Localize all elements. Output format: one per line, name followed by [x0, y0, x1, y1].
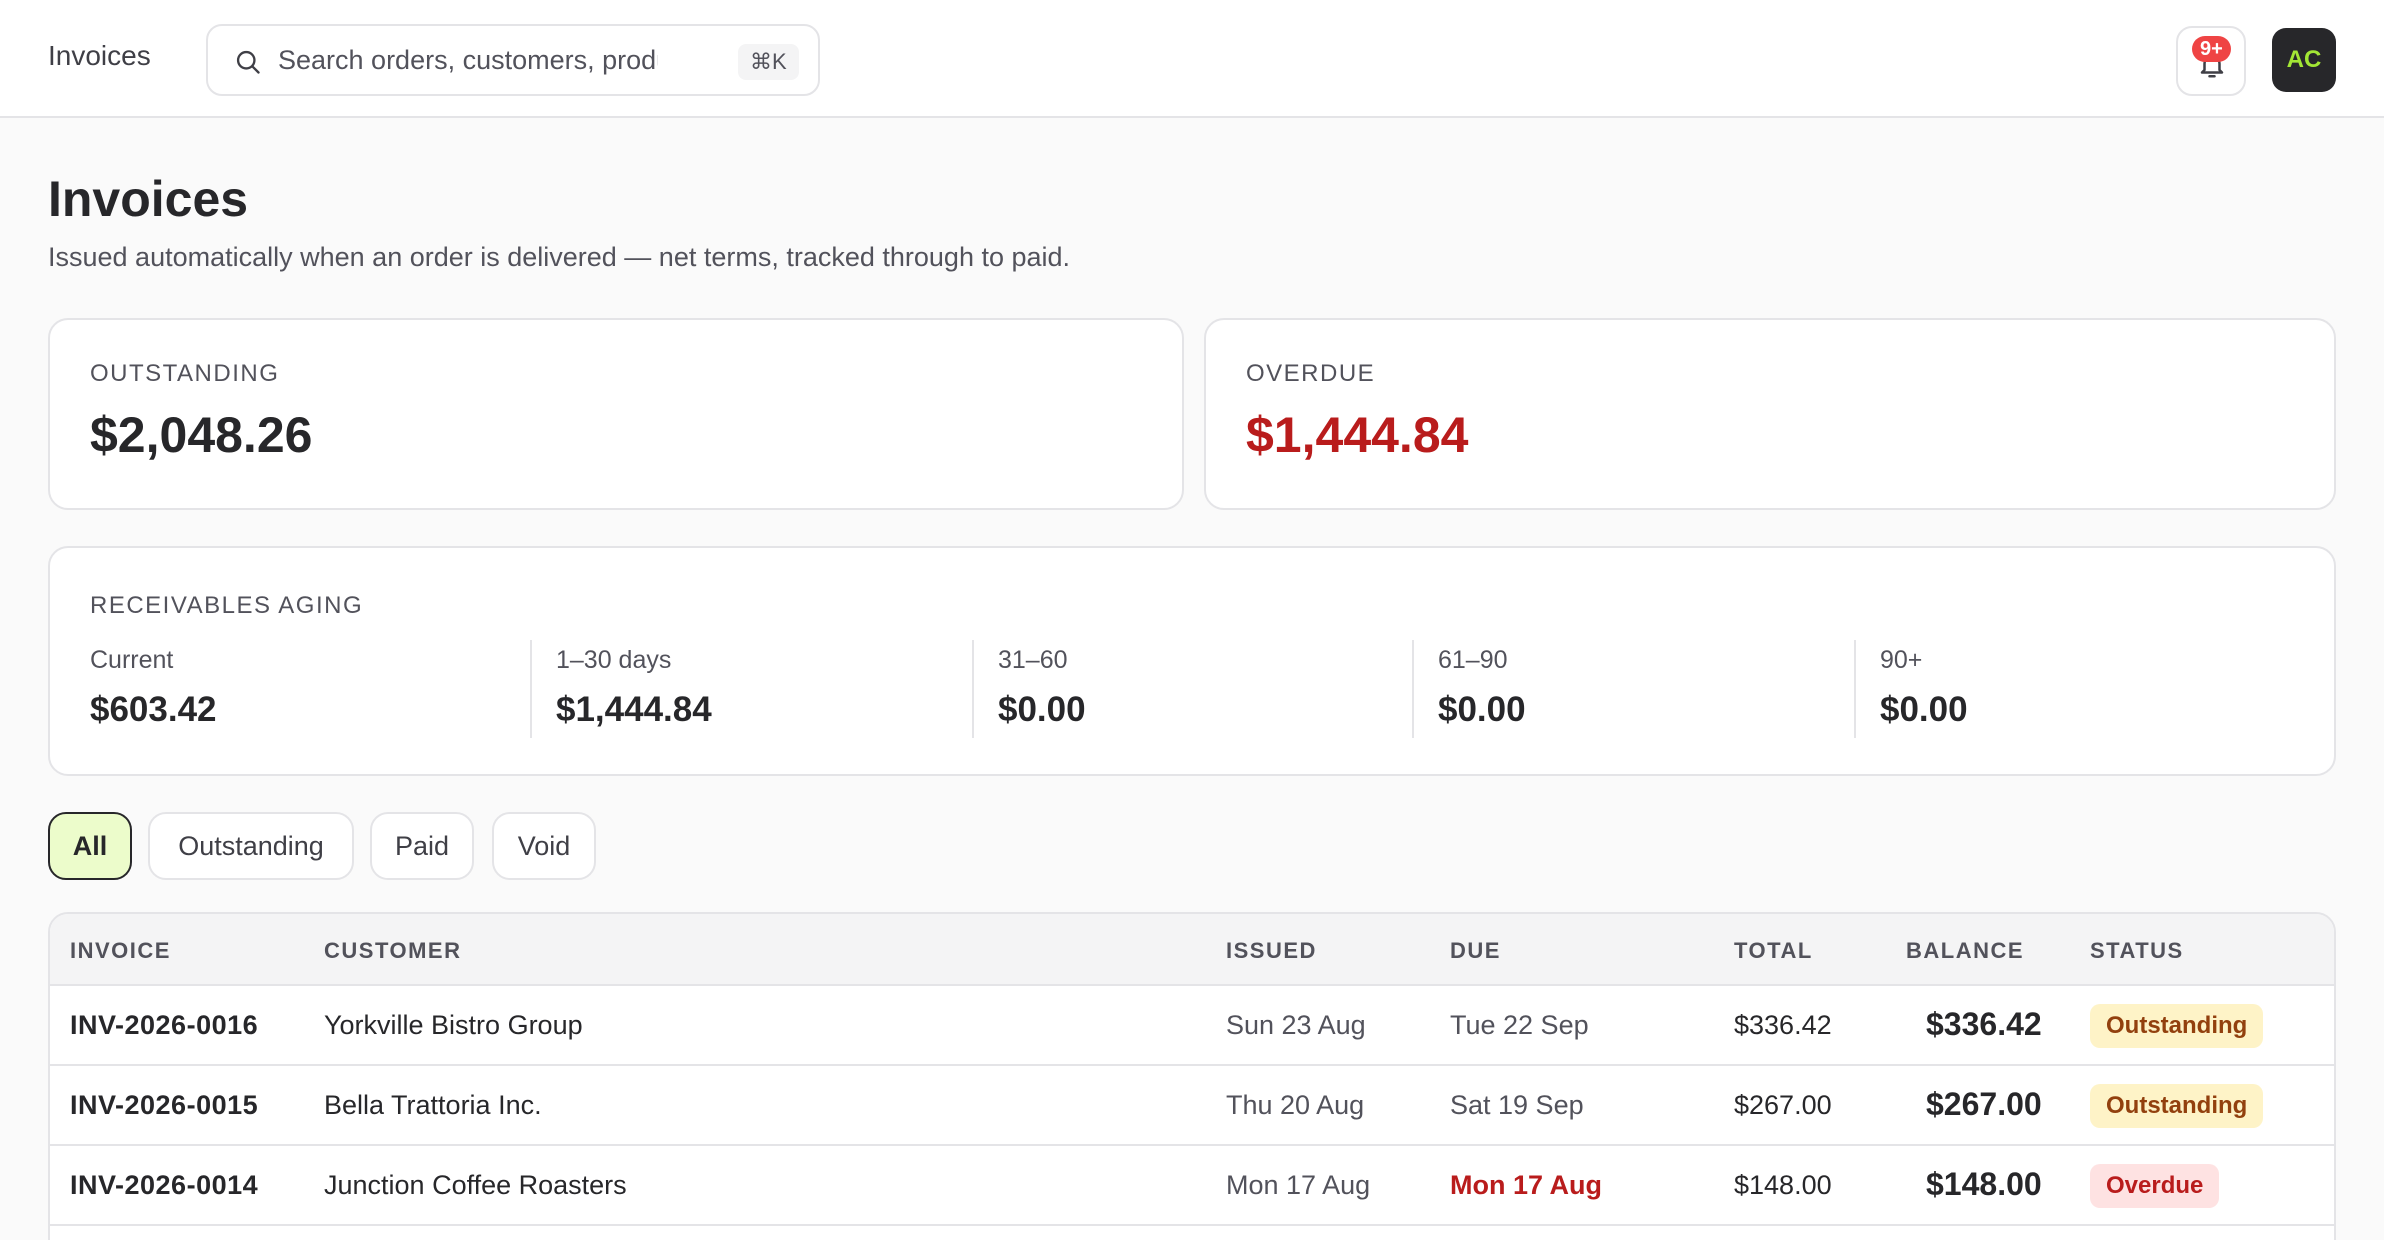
invoice-balance: $336.42 — [1926, 1006, 2042, 1042]
avatar[interactable]: AC — [2272, 28, 2336, 92]
due-date: Tue 22 Sep — [1450, 1010, 1589, 1040]
aging-bucket-value: $0.00 — [1880, 690, 1968, 729]
invoice-number[interactable]: INV-2026-0015 — [70, 1090, 258, 1121]
invoice-number[interactable]: INV-2026-0016 — [70, 1010, 258, 1041]
search-box[interactable]: ⌘K — [206, 24, 820, 96]
aging-bucket-value: $0.00 — [1438, 690, 1526, 729]
column-header-issued[interactable]: ISSUED — [1226, 938, 1317, 964]
column-header-due[interactable]: DUE — [1450, 938, 1501, 964]
outstanding-card: OUTSTANDING $2,048.26 — [48, 318, 1184, 510]
column-header-total[interactable]: TOTAL — [1734, 938, 1813, 964]
invoice-total: $267.00 — [1734, 1090, 1832, 1120]
table-row[interactable]: INV-2026-0014 Junction Coffee Roasters M… — [50, 1146, 2334, 1226]
customer-name: Bella Trattoria Inc. — [324, 1090, 542, 1120]
column-header-balance[interactable]: BALANCE — [1906, 938, 2024, 964]
due-date: Sat 19 Sep — [1450, 1090, 1584, 1120]
aging-bucket-label: 1–30 days — [556, 646, 672, 674]
invoice-balance: $267.00 — [1926, 1086, 2042, 1122]
overdue-amount: $1,444.84 — [1246, 407, 1469, 463]
aging-bucket-label: 61–90 — [1438, 646, 1508, 674]
issued-date: Thu 20 Aug — [1226, 1090, 1365, 1120]
aging-bucket-value: $1,444.84 — [556, 690, 712, 729]
aging-bucket-value: $0.00 — [998, 690, 1086, 729]
search-shortcut-hint: ⌘K — [738, 44, 799, 80]
app-title: Invoices — [48, 40, 151, 71]
column-header-status[interactable]: STATUS — [2090, 938, 2184, 964]
filter-paid[interactable]: Paid — [370, 812, 474, 880]
notifications-badge: 9+ — [2192, 36, 2231, 62]
receivables-aging-card: RECEIVABLES AGING Current $603.42 1–30 d… — [48, 546, 2336, 776]
page-subtitle: Issued automatically when an order is de… — [48, 242, 1071, 272]
column-header-invoice[interactable]: INVOICE — [70, 938, 171, 964]
table-header: INVOICE CUSTOMER ISSUED DUE TOTAL BALANC… — [50, 914, 2334, 986]
invoice-total: $148.00 — [1734, 1170, 1832, 1200]
issued-date: Sun 23 Aug — [1226, 1010, 1366, 1040]
search-input[interactable] — [278, 40, 658, 80]
filter-void[interactable]: Void — [492, 812, 596, 880]
aging-label: RECEIVABLES AGING — [90, 592, 364, 619]
overdue-label: OVERDUE — [1246, 360, 1376, 387]
outstanding-label: OUTSTANDING — [90, 360, 280, 387]
aging-bucket-61-90: 61–90 $0.00 — [1412, 640, 1854, 738]
top-bar: Invoices ⌘K 9+ AC — [0, 0, 2384, 118]
column-header-customer[interactable]: CUSTOMER — [324, 938, 462, 964]
customer-name: Yorkville Bistro Group — [324, 1010, 583, 1040]
invoice-balance: $148.00 — [1926, 1166, 2042, 1202]
outstanding-amount: $2,048.26 — [90, 407, 313, 463]
status-badge: Overdue — [2090, 1164, 2220, 1208]
aging-bucket-31-60: 31–60 $0.00 — [972, 640, 1412, 738]
invoice-number[interactable]: INV-2026-0014 — [70, 1170, 258, 1201]
aging-bucket-label: Current — [90, 646, 174, 674]
aging-bucket-current: Current $603.42 — [90, 640, 530, 738]
table-row[interactable]: INV-2026-0015 Bella Trattoria Inc. Thu 2… — [50, 1066, 2334, 1146]
table-row[interactable]: INV-2026-0016 Yorkville Bistro Group Sun… — [50, 986, 2334, 1066]
page-title: Invoices — [48, 171, 249, 227]
search-icon — [236, 50, 260, 74]
notifications-button[interactable]: 9+ — [2176, 26, 2246, 96]
overdue-card: OVERDUE $1,444.84 — [1204, 318, 2336, 510]
filter-outstanding[interactable]: Outstanding — [148, 812, 354, 880]
aging-bucket-90-plus: 90+ $0.00 — [1854, 640, 2294, 738]
aging-bucket-1-30: 1–30 days $1,444.84 — [530, 640, 972, 738]
status-badge: Outstanding — [2090, 1084, 2264, 1128]
aging-bucket-label: 90+ — [1880, 646, 1923, 674]
customer-name: Junction Coffee Roasters — [324, 1170, 627, 1200]
aging-bucket-value: $603.42 — [90, 690, 217, 729]
issued-date: Mon 17 Aug — [1226, 1170, 1371, 1200]
status-badge: Outstanding — [2090, 1004, 2264, 1048]
invoices-table: INVOICE CUSTOMER ISSUED DUE TOTAL BALANC… — [48, 912, 2336, 1240]
filter-all[interactable]: All — [48, 812, 132, 880]
aging-bucket-label: 31–60 — [998, 646, 1068, 674]
invoice-total: $336.42 — [1734, 1010, 1832, 1040]
due-date: Mon 17 Aug — [1450, 1170, 1602, 1200]
